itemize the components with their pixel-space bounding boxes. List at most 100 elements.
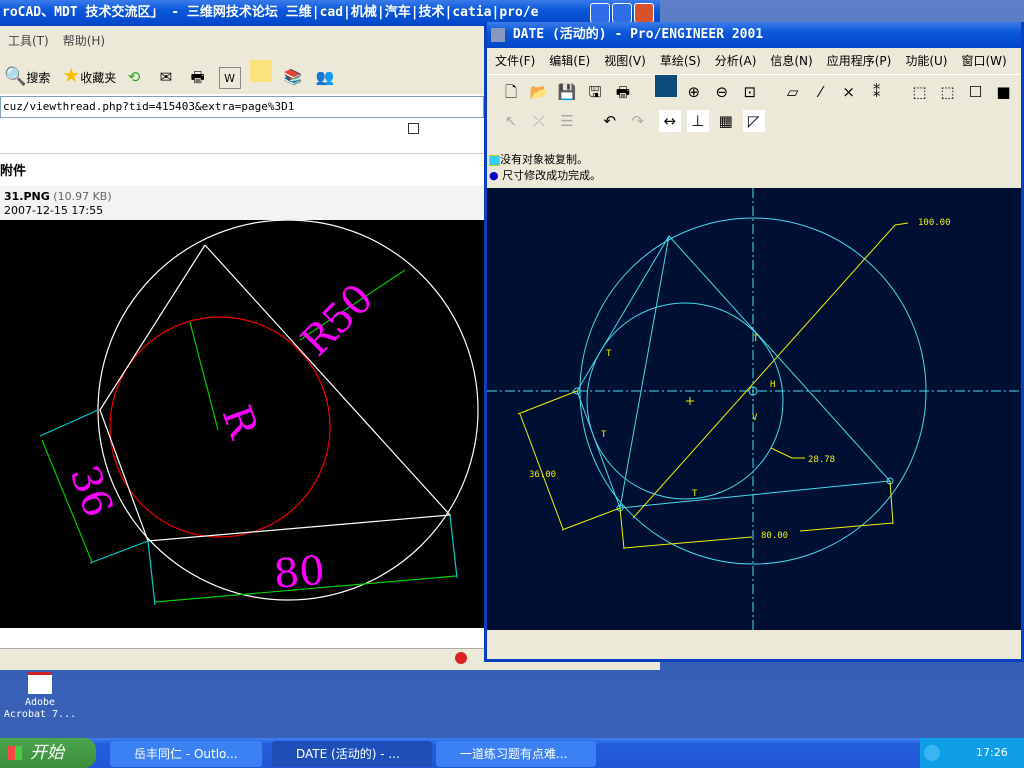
task-outlook[interactable]: 岳丰同仁 - Outlo... (110, 741, 262, 767)
file-name-link[interactable]: 31.PNG (4, 190, 50, 203)
dim-100[interactable]: 100.00 (918, 218, 951, 228)
dim-28-78[interactable]: 28.78 (808, 455, 835, 465)
file-date: 2007-12-15 17:55 (4, 204, 104, 217)
menu-edit[interactable]: 编辑(E) (549, 54, 590, 68)
browser-menu-bar: 工具(T) 帮助(H) (0, 26, 484, 56)
deselect-icon[interactable]: ⤫ (528, 110, 550, 132)
message-1: 没有对象被复制。 (489, 152, 1021, 168)
print-icon[interactable]: 🖶 (187, 66, 209, 88)
task-browser[interactable]: 一道练习题有点难... (436, 741, 596, 767)
cad-image: R50 R 36 80 (0, 220, 484, 628)
menu-sketch[interactable]: 草绘(S) (660, 54, 701, 68)
show-vertices-icon[interactable]: ◸ (742, 110, 765, 132)
menu-window[interactable]: 窗口(W) (961, 54, 1006, 68)
divider (0, 153, 484, 154)
constraint-t: T (606, 349, 612, 359)
attachment-heading: 附件 (0, 164, 27, 179)
constraint-t: T (692, 489, 698, 499)
note-icon[interactable] (250, 60, 273, 82)
word-icon[interactable]: W (218, 67, 241, 89)
dim-80[interactable]: 80.00 (761, 531, 788, 541)
label-80: 80 (272, 548, 327, 598)
show-grid-icon[interactable]: ▦ (715, 110, 737, 132)
menu-tools[interactable]: 工具(T) (8, 34, 49, 48)
search-icon: 🔍 (4, 66, 27, 87)
browser-close-button[interactable] (634, 3, 654, 23)
proe-toolbar-2: ↖ ⤫ ☰ ↶ ↷ ↔ ⊥ ▦ ◸ (487, 106, 1021, 138)
menu-analysis[interactable]: 分析(A) (715, 54, 757, 68)
browser-minimize-button[interactable] (590, 3, 610, 23)
attachment-info: 31.PNG (10.97 KB) 2007-12-15 17:55 (0, 186, 484, 220)
select-icon[interactable]: ↖ (500, 110, 522, 132)
save-copy-icon[interactable]: 🖫 (584, 81, 606, 103)
browser-title: roCAD、MDT 技术交流区」 - 三维网技术论坛 三维|cad|机械|汽车|… (2, 5, 539, 20)
menu-help[interactable]: 帮助(H) (63, 34, 105, 48)
proe-title: DATE (活动的) - Pro/ENGINEER 2001 (512, 27, 764, 42)
search-button[interactable]: 🔍搜索 (4, 66, 50, 87)
message-area: 没有对象被复制。 ● 尺寸修改成功完成。 (487, 138, 1021, 188)
tray-expand-icon[interactable] (924, 745, 940, 761)
no-hidden-icon[interactable]: ☐ (964, 81, 986, 103)
restore-icon[interactable] (408, 123, 419, 134)
popup-blocked-icon (455, 652, 467, 664)
repaint-icon[interactable] (654, 75, 677, 97)
save-icon[interactable]: 💾 (556, 81, 578, 103)
coord-sys-icon[interactable]: ⁑ (866, 81, 888, 103)
constraint-t: T (753, 334, 759, 344)
message-2: ● 尺寸修改成功完成。 (489, 169, 602, 182)
history-icon[interactable]: ⟲ (123, 66, 145, 88)
address-bar[interactable]: cuz/viewthread.php?tid=415403&extra=page… (0, 96, 484, 118)
bullet-icon: ● (489, 169, 503, 182)
acrobat-icon (28, 672, 52, 694)
redo-icon[interactable]: ↷ (627, 110, 649, 132)
wireframe-icon[interactable]: ⬚ (908, 81, 930, 103)
windows-logo-icon (8, 746, 22, 760)
constraint-v: V (752, 413, 758, 423)
message-info-icon (489, 154, 500, 166)
browser-window: roCAD、MDT 技术交流区」 - 三维网技术论坛 三维|cad|机械|汽车|… (0, 0, 660, 670)
select-list-icon[interactable]: ☰ (556, 110, 578, 132)
hidden-line-icon[interactable]: ⬚ (936, 81, 958, 103)
menu-info[interactable]: 信息(N) (770, 54, 812, 68)
messenger-icon[interactable]: 👥 (314, 66, 336, 88)
start-button[interactable]: 开始 (0, 738, 96, 768)
show-dimensions-icon[interactable]: ↔ (658, 110, 681, 132)
shading-icon[interactable]: ■ (992, 81, 1014, 103)
browser-status-bar (0, 648, 484, 670)
undo-icon[interactable]: ↶ (599, 110, 621, 132)
datum-axis-icon[interactable]: ⁄ (810, 81, 832, 103)
clock[interactable]: 17:26 (976, 746, 1008, 759)
file-size: (10.97 KB) (53, 190, 112, 203)
menu-view[interactable]: 视图(V) (604, 54, 646, 68)
task-proe[interactable]: DATE (活动的) - ... (272, 741, 432, 767)
dim-36[interactable]: 36.00 (529, 470, 556, 480)
datum-plane-icon[interactable]: ▱ (782, 81, 804, 103)
proe-toolbar-1: 🗋 📂 💾 🖫 🖶 ⊕ ⊖ ⊡ ▱ ⁄ × ⁑ ⬚ ⬚ ☐ ■ (487, 74, 1021, 106)
browser-maximize-button[interactable] (612, 3, 632, 23)
new-file-icon[interactable]: 🗋 (500, 81, 522, 103)
zoom-in-icon[interactable]: ⊕ (683, 81, 705, 103)
open-folder-icon[interactable]: 📂 (528, 81, 550, 103)
constraint-h: H (770, 380, 775, 390)
desktop-icon-acrobat[interactable]: Adobe Acrobat 7... (0, 672, 80, 721)
mail-icon[interactable]: ✉ (155, 66, 177, 88)
constraint-t: T (601, 430, 607, 440)
address-text: cuz/viewthread.php?tid=415403&extra=page… (3, 100, 295, 113)
print-icon[interactable]: 🖶 (612, 81, 634, 103)
datum-point-icon[interactable]: × (838, 81, 860, 103)
fit-icon[interactable]: ⊡ (739, 81, 761, 103)
proe-menu-bar: 文件(F) 编辑(E) 视图(V) 草绘(S) 分析(A) 信息(N) 应用程序(P) 功能(… (487, 48, 1021, 74)
zoom-out-icon[interactable]: ⊖ (711, 81, 733, 103)
show-constraints-icon[interactable]: ⊥ (686, 110, 709, 132)
proe-window: DATE (活动的) - Pro/ENGINEER 2001 文件(F) 编辑(E… (484, 22, 1024, 662)
sketch-canvas[interactable]: 100.00 28.78 36.00 80.00 T T T T H V (487, 188, 1021, 630)
menu-file[interactable]: 文件(F) (495, 54, 535, 68)
browser-toolbar: 🔍搜索 ★收藏夹 ⟲ ✉ 🖶 W 📚 👥 (0, 56, 484, 94)
research-icon[interactable]: 📚 (282, 66, 304, 88)
system-tray: 17:26 (920, 738, 1024, 768)
star-icon: ★ (62, 63, 81, 87)
menu-applications[interactable]: 应用程序(P) (827, 54, 892, 68)
proe-title-bar: DATE (活动的) - Pro/ENGINEER 2001 (487, 22, 1021, 48)
menu-utilities[interactable]: 功能(U) (905, 54, 947, 68)
favorites-button[interactable]: ★收藏夹 (62, 63, 116, 87)
